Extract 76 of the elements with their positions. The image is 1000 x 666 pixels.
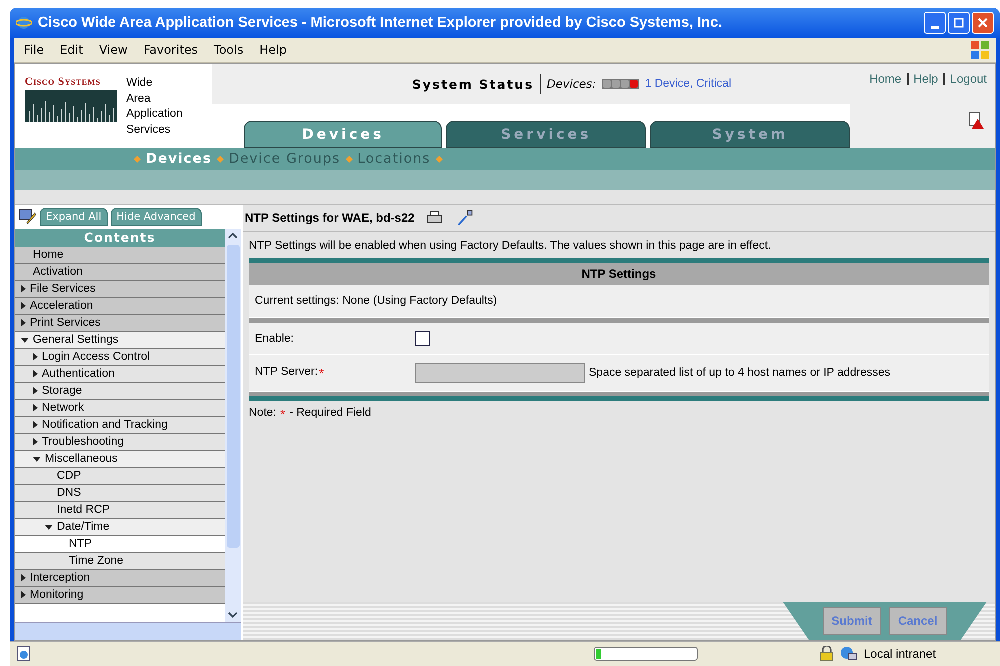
ntp-server-field[interactable] bbox=[415, 363, 585, 383]
status-indicator bbox=[602, 79, 640, 89]
field-label: Enable: bbox=[255, 332, 296, 344]
page-icon bbox=[16, 646, 32, 662]
tree-item[interactable]: Notification and Tracking bbox=[15, 417, 225, 434]
field-label: NTP Server: bbox=[255, 366, 318, 380]
bullet-icon bbox=[134, 155, 142, 163]
menu-item[interactable]: View bbox=[99, 43, 128, 57]
tree-item[interactable]: DNS bbox=[15, 485, 225, 502]
tree-item[interactable]: Activation bbox=[15, 264, 225, 281]
system-status-label: System Status bbox=[412, 76, 534, 92]
minimize-icon bbox=[931, 26, 939, 28]
tree-item[interactable]: Login Access Control bbox=[15, 349, 225, 366]
vertical-scrollbar[interactable] bbox=[225, 229, 241, 622]
windows-logo-icon bbox=[970, 40, 990, 60]
network-icon bbox=[840, 646, 858, 662]
tree-item[interactable]: General Settings bbox=[15, 332, 225, 349]
section-header: NTP Settings bbox=[249, 263, 989, 285]
tree-item[interactable]: Miscellaneous bbox=[15, 451, 225, 468]
tree-item[interactable]: Network bbox=[15, 400, 225, 417]
tree-item[interactable]: Acceleration bbox=[15, 298, 225, 315]
required-mark: * bbox=[280, 407, 286, 422]
devices-label: Devices: bbox=[547, 77, 596, 91]
tree-item[interactable]: Home bbox=[15, 247, 225, 264]
bullet-icon bbox=[346, 155, 353, 163]
security-zone-text: Local intranet bbox=[864, 647, 936, 661]
alert-document-icon[interactable] bbox=[969, 112, 985, 130]
menu-item[interactable]: Tools bbox=[214, 43, 244, 57]
tree-item[interactable]: Time Zone bbox=[15, 553, 225, 570]
header-link[interactable]: Logout bbox=[950, 72, 987, 86]
tree-item[interactable]: Interception bbox=[15, 570, 225, 587]
lock-icon bbox=[820, 646, 834, 662]
bullet-icon bbox=[436, 155, 443, 163]
edit-icon[interactable] bbox=[19, 209, 37, 225]
bullet-icon bbox=[216, 155, 224, 163]
product-name: Application bbox=[126, 107, 184, 122]
product-name: Services bbox=[126, 122, 172, 138]
product-name: Area bbox=[126, 92, 152, 106]
product-name: Wide bbox=[126, 76, 154, 91]
scroll-down-icon[interactable] bbox=[228, 611, 238, 619]
minimize-button[interactable] bbox=[924, 12, 946, 34]
note-text: - Required Field bbox=[290, 407, 372, 421]
tree-item[interactable]: NTP bbox=[15, 536, 225, 553]
horizontal-scrollbar[interactable] bbox=[15, 622, 241, 640]
page-title: NTP Settings for WAE, bd-s22 bbox=[245, 211, 415, 225]
menu-item[interactable]: File bbox=[24, 43, 44, 57]
menu-item[interactable]: Edit bbox=[60, 43, 84, 57]
tree-item[interactable]: CDP bbox=[15, 468, 225, 485]
tree-item[interactable]: Authentication bbox=[15, 366, 225, 383]
brand-logo-text: Cisco Systems bbox=[25, 76, 102, 88]
close-button[interactable] bbox=[972, 12, 994, 34]
close-icon bbox=[978, 18, 988, 28]
tree-item[interactable]: Storage bbox=[15, 383, 225, 400]
tree-item[interactable]: Print Services bbox=[15, 315, 225, 332]
device-status-link[interactable]: 1 Device, Critical bbox=[645, 78, 732, 90]
scroll-up-icon[interactable] bbox=[228, 232, 238, 240]
tree-item[interactable]: Monitoring bbox=[15, 587, 225, 604]
window-title: Cisco Wide Area Application Services - Microsoft Internet Explorer provided by Cisco Systems, Inc. bbox=[38, 15, 724, 31]
tree-item[interactable]: Inetd RCP bbox=[15, 502, 225, 519]
maximize-button[interactable] bbox=[948, 12, 970, 34]
enable-checkbox[interactable] bbox=[415, 331, 430, 346]
maximize-icon bbox=[954, 18, 964, 28]
tree-item[interactable]: Date/Time bbox=[15, 519, 225, 536]
menu-item[interactable]: Favorites bbox=[144, 43, 198, 57]
header-link[interactable]: Home bbox=[870, 72, 902, 86]
contents-header: Contents bbox=[15, 229, 225, 247]
tree-item[interactable]: Troubleshooting bbox=[15, 434, 225, 451]
required-mark: * bbox=[319, 366, 324, 380]
browser-icon bbox=[16, 15, 32, 31]
note-label: Note: bbox=[249, 407, 276, 421]
info-text: NTP Settings will be enabled when using Factory Defaults. The values shown in this page are in effect. bbox=[248, 239, 772, 254]
bridge-logo-icon bbox=[25, 90, 117, 122]
menu-item[interactable]: Help bbox=[260, 43, 287, 57]
field-hint: Space separated list of up to 4 host names or IP addresses bbox=[589, 367, 891, 379]
tree-item[interactable]: File Services bbox=[15, 281, 225, 298]
header-link[interactable]: Help bbox=[914, 72, 938, 86]
